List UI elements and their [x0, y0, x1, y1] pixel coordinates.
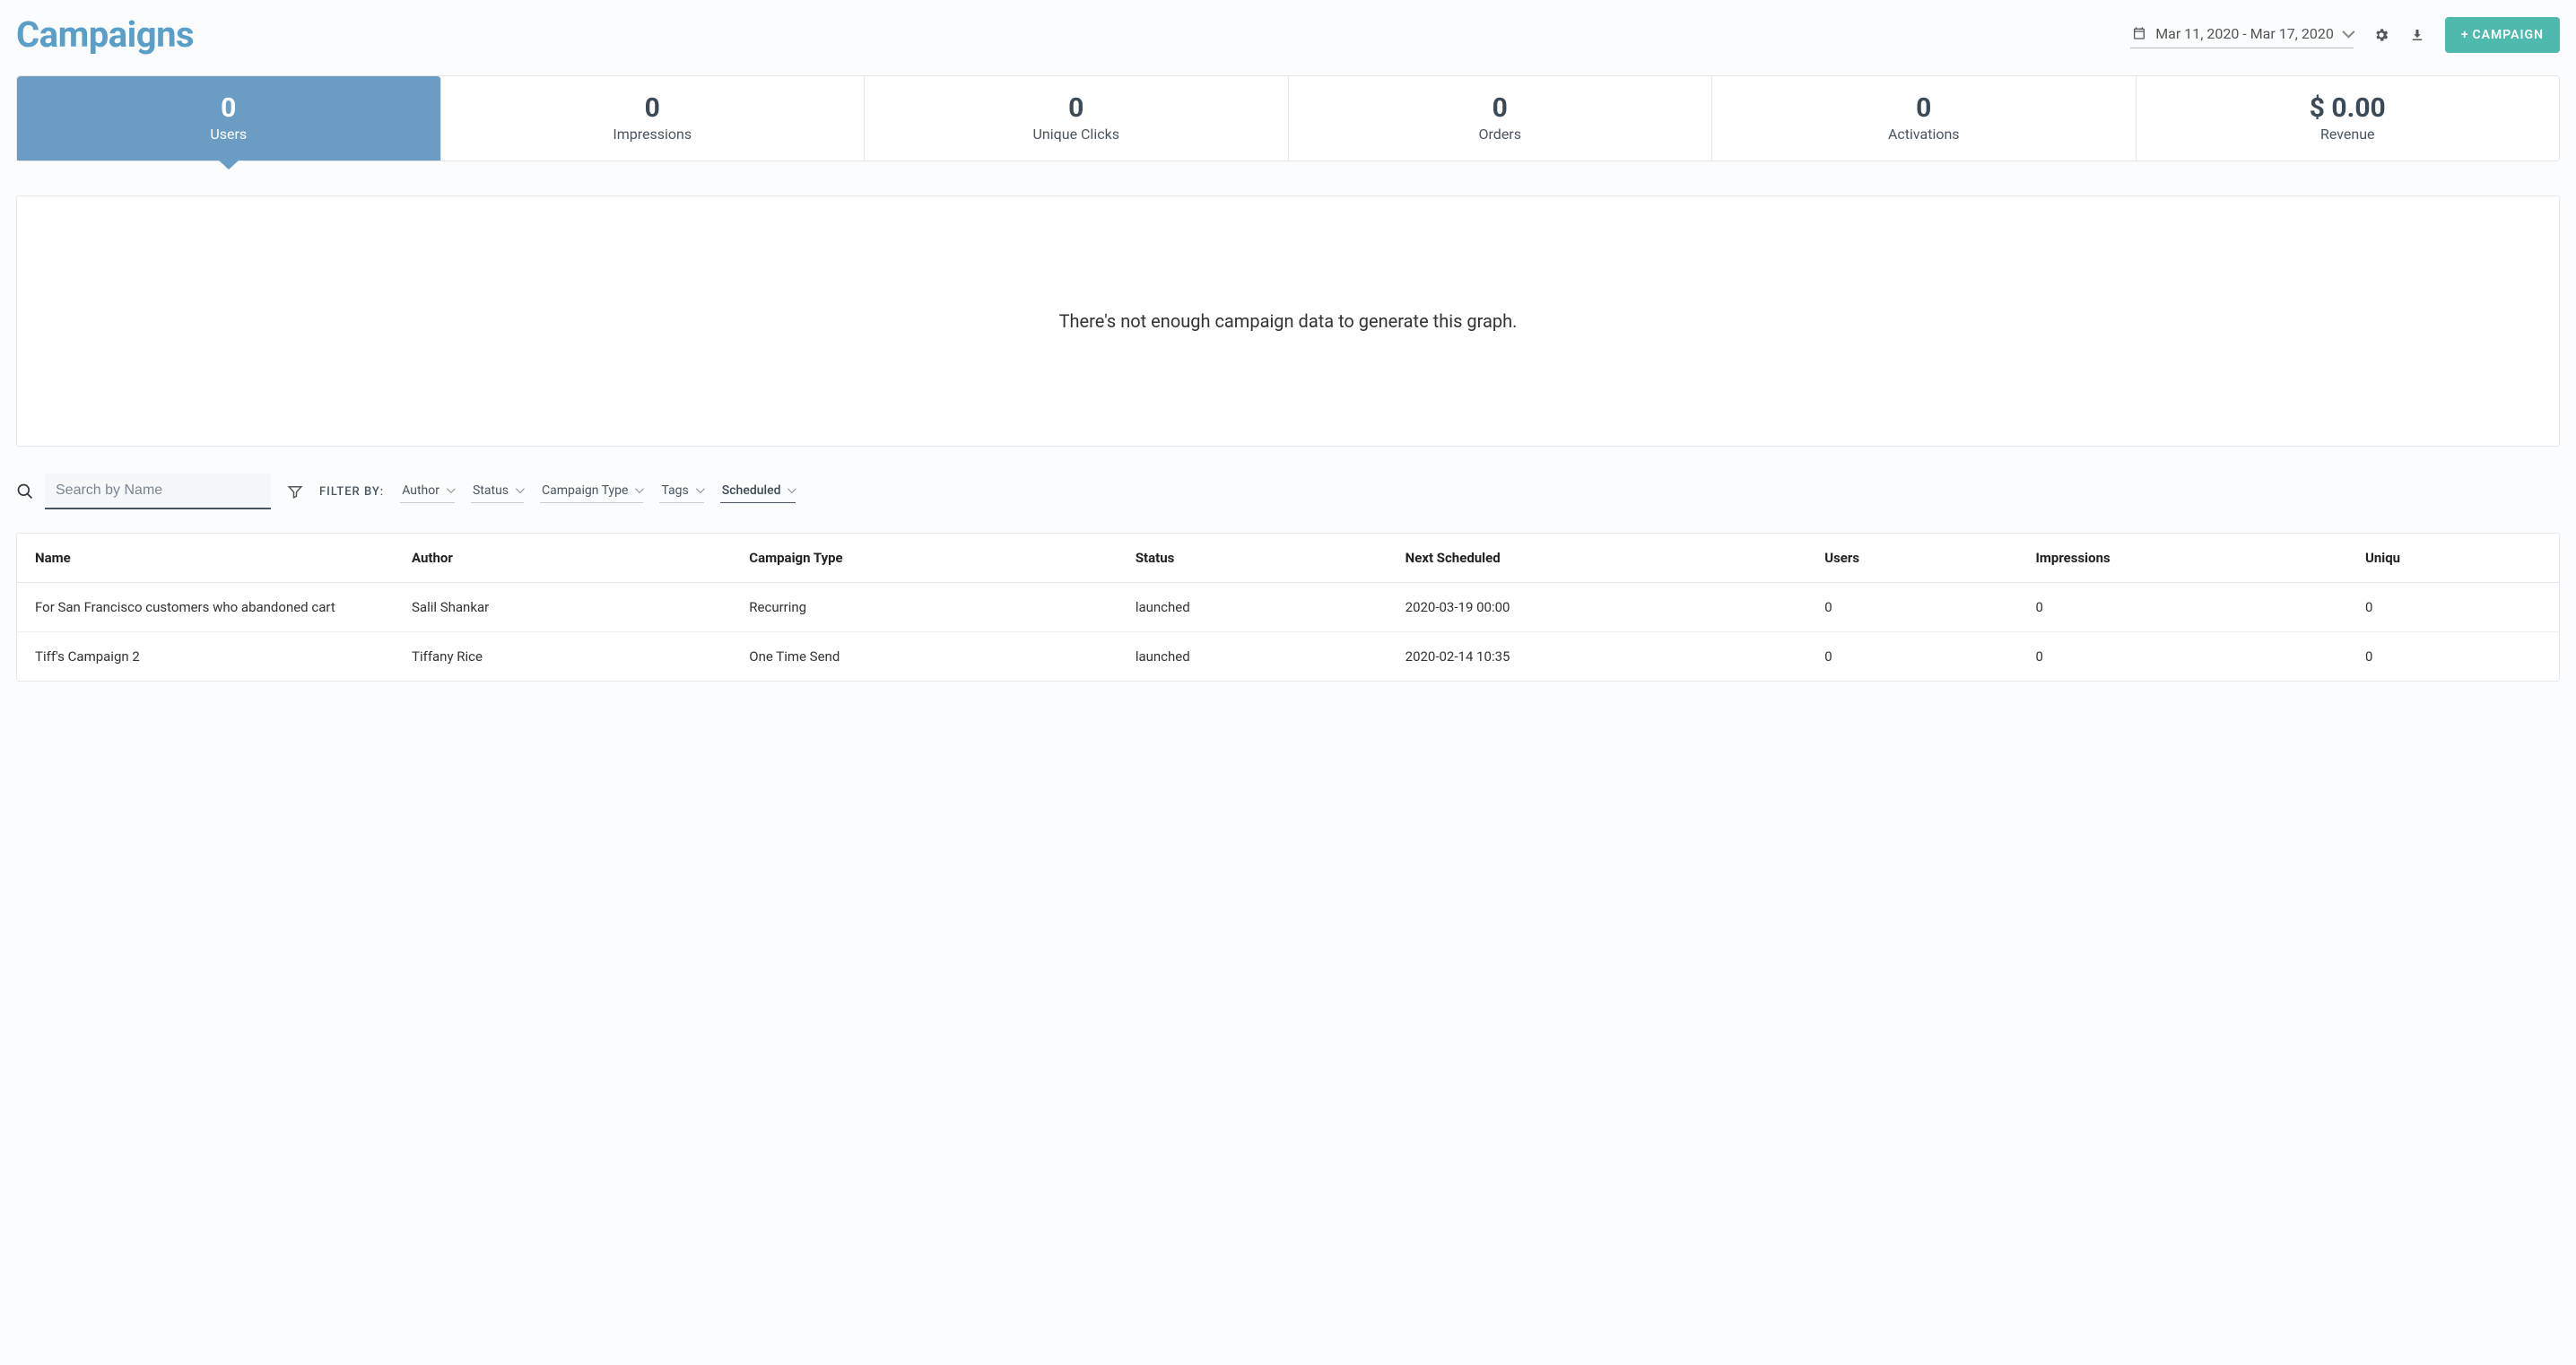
- filter-label-text: Status: [473, 483, 509, 498]
- filter-tags[interactable]: Tags: [659, 481, 703, 503]
- stat-label: Unique Clicks: [874, 126, 1279, 143]
- stat-tab-orders[interactable]: 0 Orders: [1289, 76, 1713, 161]
- graph-panel: There's not enough campaign data to gene…: [16, 196, 2560, 447]
- table-cell: 0: [1806, 632, 2017, 682]
- chevron-down-icon: [696, 484, 705, 493]
- column-header[interactable]: Name: [17, 534, 394, 583]
- stat-tab-activations[interactable]: 0 Activations: [1712, 76, 2137, 161]
- table-cell: 0: [2018, 583, 2347, 632]
- table-cell: Recurring: [731, 583, 1118, 632]
- table-cell: launched: [1118, 632, 1388, 682]
- column-header[interactable]: Author: [394, 534, 731, 583]
- calendar-icon: [2132, 26, 2146, 40]
- filter-author[interactable]: Author: [400, 481, 455, 503]
- table-cell: Tiff's Campaign 2: [17, 632, 394, 682]
- chevron-down-icon: [635, 484, 644, 493]
- stat-label: Revenue: [2145, 126, 2551, 143]
- stat-value: 0: [450, 92, 856, 124]
- chevron-down-icon: [788, 484, 796, 493]
- header-actions: Mar 11, 2020 - Mar 17, 2020 + CAMPAIGN: [2130, 17, 2560, 53]
- chevron-down-icon: [516, 484, 525, 493]
- table-header-row: NameAuthorCampaign TypeStatusNext Schedu…: [17, 534, 2559, 583]
- table-cell: For San Francisco customers who abandone…: [17, 583, 394, 632]
- stat-label: Orders: [1298, 126, 1703, 143]
- column-header[interactable]: Campaign Type: [731, 534, 1118, 583]
- table-cell: 0: [2347, 583, 2559, 632]
- stat-value: 0: [1298, 92, 1703, 124]
- filter-bar: FILTER BY: Author Status Campaign Type Tags…: [16, 474, 2560, 509]
- stat-label: Users: [26, 126, 431, 143]
- stats-tabs: 0Users0Impressions0Unique Clicks0Orders0…: [16, 75, 2560, 161]
- search-icon: [16, 483, 34, 500]
- table-cell: launched: [1118, 583, 1388, 632]
- date-range-text: Mar 11, 2020 - Mar 17, 2020: [2155, 25, 2334, 42]
- table-row[interactable]: Tiff's Campaign 2Tiffany RiceOne Time Se…: [17, 632, 2559, 682]
- column-header[interactable]: Status: [1118, 534, 1388, 583]
- stat-tab-revenue[interactable]: $ 0.00 Revenue: [2137, 76, 2560, 161]
- table-cell: Tiffany Rice: [394, 632, 731, 682]
- filter-scheduled[interactable]: Scheduled: [720, 481, 796, 503]
- filter-icon: [287, 483, 303, 500]
- stat-label: Activations: [1721, 126, 2127, 143]
- filter-label-text: Scheduled: [722, 483, 781, 498]
- column-header[interactable]: Impressions: [2018, 534, 2347, 583]
- filter-label-text: Tags: [661, 483, 688, 498]
- plus-icon: +: [2461, 28, 2469, 42]
- campaigns-table-wrap: NameAuthorCampaign TypeStatusNext Schedu…: [16, 533, 2560, 682]
- campaigns-table: NameAuthorCampaign TypeStatusNext Schedu…: [17, 534, 2559, 681]
- table-body: For San Francisco customers who abandone…: [17, 583, 2559, 682]
- search-input[interactable]: [45, 474, 271, 509]
- column-header[interactable]: Users: [1806, 534, 2017, 583]
- table-cell: 2020-02-14 10:35: [1388, 632, 1807, 682]
- filter-status[interactable]: Status: [471, 481, 524, 503]
- settings-button[interactable]: [2373, 27, 2389, 43]
- chevron-down-icon: [447, 484, 456, 493]
- table-cell: 2020-03-19 00:00: [1388, 583, 1807, 632]
- filter-by-label: FILTER BY:: [319, 485, 384, 499]
- page-title: Campaigns: [16, 13, 194, 56]
- chevron-down-icon: [2342, 26, 2354, 39]
- stat-tab-users[interactable]: 0 Users: [17, 76, 441, 161]
- filter-label-text: Campaign Type: [542, 483, 628, 498]
- filter-label-text: Author: [402, 483, 439, 498]
- stat-tab-unique-clicks[interactable]: 0 Unique Clicks: [865, 76, 1289, 161]
- stat-value: 0: [26, 92, 431, 124]
- stat-label: Impressions: [450, 126, 856, 143]
- new-campaign-button[interactable]: + CAMPAIGN: [2445, 17, 2560, 53]
- page-header: Campaigns Mar 11, 2020 - Mar 17, 2020 + …: [16, 13, 2560, 56]
- stat-tab-impressions[interactable]: 0 Impressions: [441, 76, 866, 161]
- table-row[interactable]: For San Francisco customers who abandone…: [17, 583, 2559, 632]
- download-button[interactable]: [2409, 27, 2425, 43]
- date-range-picker[interactable]: Mar 11, 2020 - Mar 17, 2020: [2130, 22, 2354, 48]
- graph-empty-message: There's not enough campaign data to gene…: [1059, 310, 1518, 332]
- new-campaign-label: CAMPAIGN: [2473, 28, 2544, 42]
- table-cell: One Time Send: [731, 632, 1118, 682]
- table-cell: 0: [2347, 632, 2559, 682]
- filter-campaign-type[interactable]: Campaign Type: [540, 481, 643, 503]
- column-header[interactable]: Uniqu: [2347, 534, 2559, 583]
- stat-value: 0: [874, 92, 1279, 124]
- column-header[interactable]: Next Scheduled: [1388, 534, 1807, 583]
- table-cell: Salil Shankar: [394, 583, 731, 632]
- stat-value: 0: [1721, 92, 2127, 124]
- table-cell: 0: [2018, 632, 2347, 682]
- table-cell: 0: [1806, 583, 2017, 632]
- stat-value: $ 0.00: [2145, 92, 2551, 124]
- search-wrap: [16, 474, 271, 509]
